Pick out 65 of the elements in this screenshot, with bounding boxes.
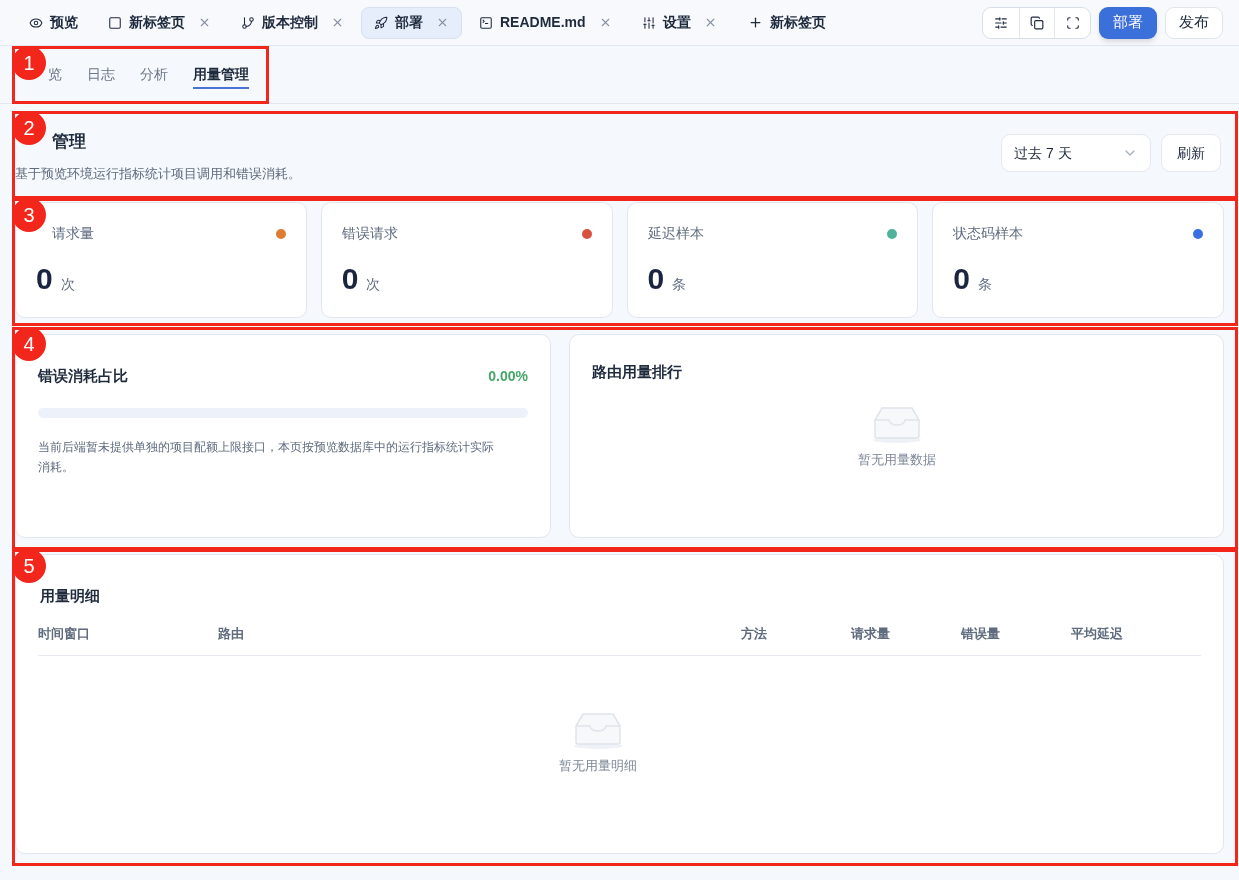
tab-label: 设置	[662, 13, 691, 32]
copy-icon	[1030, 15, 1044, 30]
stat-label: 请求量	[51, 224, 94, 243]
close-icon[interactable]	[436, 16, 449, 29]
stat-label: 延迟样本	[647, 224, 704, 243]
annotation-badge: 1	[12, 46, 46, 80]
tab[interactable]: 设置	[628, 6, 730, 39]
sub-tab[interactable]: 日志	[87, 60, 115, 89]
terminal-icon	[479, 15, 493, 30]
stat-value: 0	[36, 261, 53, 297]
square-icon	[108, 15, 122, 30]
annotation-badge: 4	[12, 327, 46, 361]
tab-label: README.md	[500, 13, 586, 32]
sliders-icon	[994, 15, 1008, 30]
tab[interactable]: 部署	[361, 6, 462, 39]
stat-label: 错误请求	[341, 224, 398, 243]
column-header: 平均延迟	[1071, 624, 1124, 643]
tab[interactable]: 预览	[16, 6, 91, 39]
ratio-value: 0.00%	[488, 366, 528, 386]
column-header: 方法	[741, 624, 768, 643]
new-tab-button[interactable]: 新标签页	[733, 6, 840, 39]
fullscreen-icon	[1065, 15, 1080, 30]
card-title: 错误消耗占比	[38, 366, 128, 386]
rocket-icon	[374, 15, 388, 30]
annotation-badge: 3	[12, 198, 46, 232]
annotation-badge: 2	[12, 111, 46, 145]
page-description: 基于预览环境运行指标统计项目调用和错误消耗。	[15, 165, 301, 183]
sub-tab[interactable]: 览	[48, 60, 62, 89]
stat-unit: 条	[672, 275, 687, 294]
tab[interactable]: 版本控制	[228, 6, 357, 39]
close-icon[interactable]	[198, 16, 211, 29]
eye-icon	[29, 15, 43, 30]
stat-unit: 次	[60, 275, 75, 294]
stat-unit: 条	[977, 275, 992, 294]
ratio-note: 当前后端暂未提供单独的项目配额上限接口，本页按预览数据库中的运行指标统计实际消耗。	[38, 438, 495, 476]
range-select[interactable]: 过去 7 天	[1001, 134, 1151, 172]
stat-label: 状态码样本	[953, 224, 1024, 243]
stat-value: 0	[647, 261, 665, 297]
empty-message: 暂无用量明细	[559, 757, 637, 775]
stat-value: 0	[341, 261, 359, 297]
tab-label: 新标签页	[129, 13, 185, 32]
tab-label: 预览	[50, 13, 78, 32]
tab-label: 部署	[395, 13, 423, 32]
sub-tab[interactable]: 用量管理	[193, 60, 249, 89]
empty-message: 暂无用量数据	[857, 450, 936, 469]
stat-unit: 次	[366, 275, 381, 294]
stat-value: 0	[953, 261, 970, 297]
refresh-button[interactable]: 刷新	[1161, 134, 1221, 172]
sliders-icon	[641, 15, 656, 30]
tab[interactable]: README.md	[466, 6, 625, 39]
column-header: 错误量	[961, 624, 1001, 643]
column-header: 时间窗口	[38, 624, 91, 643]
card-title: 路由用量排行	[592, 362, 683, 382]
publish-button[interactable]: 发布	[1165, 6, 1223, 39]
sub-tab[interactable]: 分析	[140, 60, 168, 89]
annotation-badge: 5	[12, 549, 46, 583]
branch-icon	[241, 15, 255, 30]
card-title: 用量明细	[39, 586, 101, 606]
column-header: 请求量	[851, 624, 891, 643]
close-icon[interactable]	[331, 16, 344, 29]
plus-icon	[747, 15, 763, 30]
tab[interactable]: 新标签页	[95, 6, 224, 39]
tab-label: 版本控制	[262, 13, 318, 32]
deploy-button[interactable]: 部署	[1099, 6, 1157, 39]
column-header: 路由	[218, 624, 245, 643]
